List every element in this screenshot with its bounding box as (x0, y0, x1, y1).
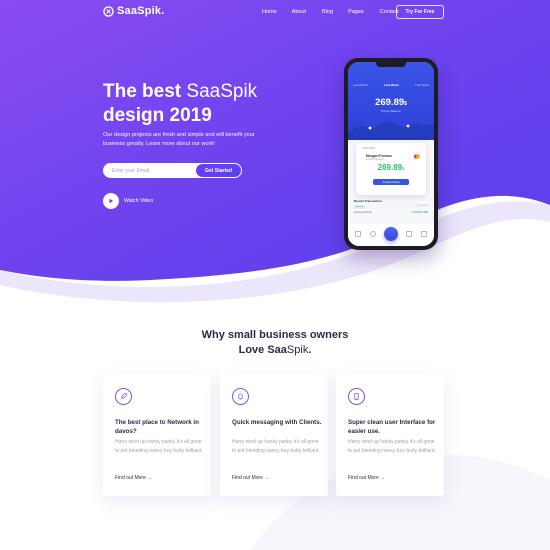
user-icon[interactable] (370, 231, 376, 237)
add-icon[interactable] (384, 227, 398, 241)
tab-last-month[interactable]: Last Month (353, 83, 368, 87)
tab-last-week[interactable]: Last Week (384, 83, 399, 87)
email-signup-form: Get Started (103, 163, 242, 178)
phone-bottom-nav (348, 224, 434, 246)
headline-part-1: The best (103, 81, 182, 102)
tab-this-week[interactable]: This Week (415, 83, 429, 87)
logo[interactable]: SaaSpik. (103, 5, 164, 17)
section-title-line-2-light: Spik (286, 344, 309, 356)
phone-icon (348, 388, 365, 405)
section-title-line-1: Why small business owners (201, 329, 349, 341)
nav-link-pages[interactable]: Pages (348, 9, 364, 15)
balance-currency: $ (404, 101, 407, 107)
balance-value: 269.89 (375, 97, 405, 108)
mastercard-icon (413, 154, 421, 159)
headline-part-3: design 2019 (103, 105, 212, 126)
get-started-button[interactable]: Get Started (196, 164, 241, 177)
balance-wave-chart (348, 121, 434, 140)
email-input[interactable] (112, 166, 192, 175)
invoice-date: 24.03.2019 (362, 147, 375, 150)
feature-title: Super clean user Interface for easier us… (348, 419, 436, 435)
rocket-icon (115, 388, 132, 405)
watch-video-button[interactable]: Watch Video (103, 193, 153, 209)
nav-link-about[interactable]: About (292, 9, 306, 15)
hero-background (0, 0, 550, 330)
try-for-free-button[interactable]: Try For Free (396, 5, 444, 19)
feature-card-interface: Super clean user Interface for easier us… (336, 374, 444, 496)
nav-links: Home About Blog Pages Contact (262, 9, 414, 15)
recent-transactions-title: Recent Transaction (354, 199, 382, 203)
feature-description: Harry wind up hanky panky it's all gone … (348, 439, 436, 454)
hero-subtext: Our design projects are fresh and simple… (103, 132, 255, 147)
accept-invoice-button[interactable]: Accept Invoice (373, 179, 409, 185)
find-out-more-link[interactable]: Find out More → (115, 475, 152, 481)
section-title-line-2-bold: Love Saa (238, 344, 287, 356)
invoice-email: [email protected] (366, 158, 384, 161)
headline-part-2: SaaSpik (181, 81, 258, 102)
invoice-amount-currency: $ (402, 166, 405, 171)
logo-icon (103, 5, 114, 17)
phone-screen: Last Month Last Week This Week 269.89$ P… (348, 62, 434, 246)
invoice-amount-value: 269.89 (377, 163, 403, 172)
invoice-amount: 269.89$ (356, 163, 426, 172)
transaction-row[interactable]: Success 24.03.2019 [email protected] + $… (354, 204, 428, 216)
feature-title: Quick messaging with Clients. (232, 419, 322, 426)
section-title: Why small business owners Love SaaSpik. (0, 328, 550, 358)
feature-card-messaging: Quick messaging with Clients. Harry wind… (220, 374, 328, 496)
feature-description: Harry wind up hanky panky it's all gone … (115, 439, 203, 454)
settings-icon[interactable] (421, 231, 427, 237)
bell-icon (232, 388, 249, 405)
hero-headline: The best SaaSpik design 2019 (103, 80, 257, 128)
transaction-email: [email protected] (354, 211, 372, 214)
invoice-card: 24.03.2019 Morgan Freeman [email protect… (356, 143, 426, 195)
phone-notch (376, 62, 406, 67)
watch-video-label: Watch Video (124, 198, 154, 204)
feature-description: Harry wind up hanky panky it's all gone … (232, 439, 320, 454)
find-out-more-link[interactable]: Find out More → (348, 475, 385, 481)
nav-link-blog[interactable]: Blog (322, 9, 333, 15)
balance-amount: 269.89$ (348, 97, 434, 108)
phone-mockup: Last Month Last Week This Week 269.89$ P… (344, 58, 438, 250)
logo-text: SaaSpik. (117, 5, 165, 17)
feature-title: The best place to Network in davos? (115, 419, 199, 435)
nav-link-home[interactable]: Home (262, 9, 277, 15)
transaction-amount: + $ 67.65 USD (410, 211, 428, 214)
feature-card-network: The best place to Network in davos? Harr… (103, 374, 211, 496)
transaction-date: 24.03.2019 (417, 205, 428, 207)
wallet-icon[interactable] (406, 231, 412, 237)
transaction-status-badge: Success (354, 205, 365, 209)
section-title-line-2-end: . (308, 344, 312, 356)
hero-section (0, 0, 550, 330)
period-tabs: Last Month Last Week This Week (353, 83, 429, 87)
find-out-more-link[interactable]: Find out More → (232, 475, 269, 481)
home-icon[interactable] (355, 231, 361, 237)
balance-label: Payout Balance (381, 109, 401, 113)
top-navbar: SaaSpik. Home About Blog Pages Contact T… (0, 0, 550, 26)
play-icon[interactable] (103, 193, 119, 209)
